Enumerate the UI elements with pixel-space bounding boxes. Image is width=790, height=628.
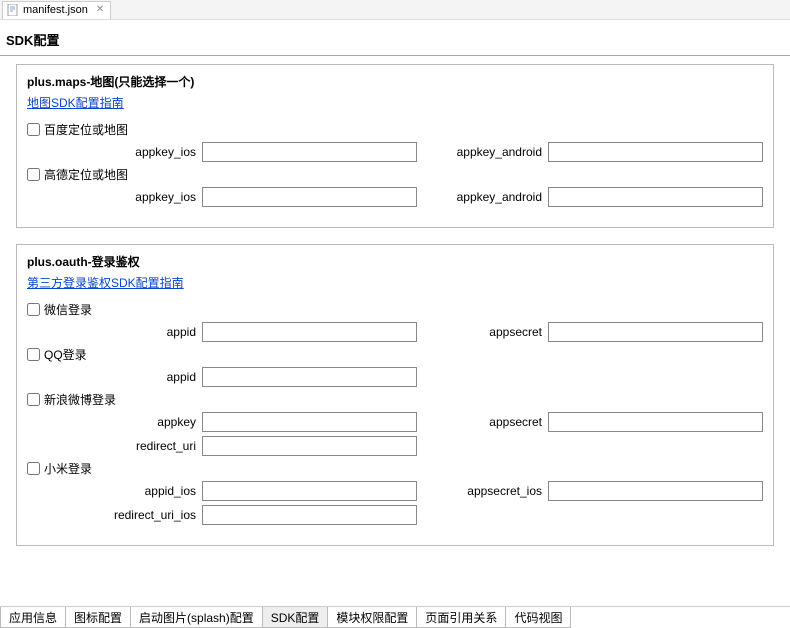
amap-appkey-android-input[interactable]: [548, 187, 763, 207]
checkbox-xiaomi[interactable]: [27, 462, 40, 475]
checkbox-weibo-row: 新浪微博登录: [27, 391, 763, 408]
panel-oauth-title: plus.oauth-登录鉴权: [27, 253, 763, 270]
json-file-icon: [7, 4, 19, 16]
wechat-appid-label: appid: [27, 325, 202, 339]
xiaomi-appsecret-ios-input[interactable]: [548, 481, 763, 501]
checkbox-xiaomi-row: 小米登录: [27, 460, 763, 477]
weibo-appsecret-label: appsecret: [448, 415, 548, 429]
amap-appkey-ios-label: appkey_ios: [27, 190, 202, 204]
bottom-tab-2[interactable]: 启动图片(splash)配置: [130, 607, 263, 628]
close-tab-icon[interactable]: ✕: [96, 4, 104, 15]
page-title: SDK配置: [0, 20, 790, 55]
weibo-appkey-input[interactable]: [202, 412, 417, 432]
wechat-appsecret-label: appsecret: [448, 325, 548, 339]
weibo-redirecturi-label: redirect_uri: [27, 439, 202, 453]
baidu-appkey-ios-input[interactable]: [202, 142, 417, 162]
checkbox-weibo-label: 新浪微博登录: [44, 391, 116, 408]
baidu-appkey-android-label: appkey_android: [448, 145, 548, 159]
qq-appid-input[interactable]: [202, 367, 417, 387]
amap-appkey-android-label: appkey_android: [448, 190, 548, 204]
bottom-tab-6[interactable]: 代码视图: [505, 607, 571, 628]
content-area: plus.maps-地图(只能选择一个) 地图SDK配置指南 百度定位或地图 a…: [0, 64, 790, 604]
oauth-guide-link[interactable]: 第三方登录鉴权SDK配置指南: [27, 274, 184, 291]
qq-appid-label: appid: [27, 370, 202, 384]
xiaomi-appid-ios-input[interactable]: [202, 481, 417, 501]
title-separator: [0, 55, 790, 56]
bottom-tab-3[interactable]: SDK配置: [262, 607, 329, 628]
panel-maps: plus.maps-地图(只能选择一个) 地图SDK配置指南 百度定位或地图 a…: [16, 64, 774, 228]
bottom-tabbar: 应用信息图标配置启动图片(splash)配置SDK配置模块权限配置页面引用关系代…: [0, 606, 790, 628]
editor-tab-label: manifest.json: [23, 4, 88, 16]
weibo-appsecret-input[interactable]: [548, 412, 763, 432]
bottom-tab-1[interactable]: 图标配置: [65, 607, 131, 628]
checkbox-weibo[interactable]: [27, 393, 40, 406]
bottom-tab-5[interactable]: 页面引用关系: [416, 607, 506, 628]
checkbox-amap[interactable]: [27, 168, 40, 181]
baidu-appkey-ios-label: appkey_ios: [27, 145, 202, 159]
panel-oauth: plus.oauth-登录鉴权 第三方登录鉴权SDK配置指南 微信登录 appi…: [16, 244, 774, 546]
xiaomi-appid-ios-label: appid_ios: [27, 484, 202, 498]
wechat-appsecret-input[interactable]: [548, 322, 763, 342]
editor-tabbar: manifest.json ✕: [0, 0, 790, 20]
bottom-tab-4[interactable]: 模块权限配置: [327, 607, 417, 628]
checkbox-amap-label: 高德定位或地图: [44, 166, 128, 183]
weibo-appkey-label: appkey: [27, 415, 202, 429]
xiaomi-appsecret-ios-label: appsecret_ios: [448, 484, 548, 498]
xiaomi-redirecturi-ios-label: redirect_uri_ios: [27, 508, 202, 522]
checkbox-wechat-label: 微信登录: [44, 301, 92, 318]
checkbox-amap-row: 高德定位或地图: [27, 166, 763, 183]
checkbox-xiaomi-label: 小米登录: [44, 460, 92, 477]
checkbox-baidu-row: 百度定位或地图: [27, 121, 763, 138]
checkbox-baidu[interactable]: [27, 123, 40, 136]
weibo-redirecturi-input[interactable]: [202, 436, 417, 456]
baidu-appkey-android-input[interactable]: [548, 142, 763, 162]
editor-tab-manifest[interactable]: manifest.json ✕: [2, 1, 111, 19]
checkbox-baidu-label: 百度定位或地图: [44, 121, 128, 138]
checkbox-qq-row: QQ登录: [27, 346, 763, 363]
wechat-appid-input[interactable]: [202, 322, 417, 342]
amap-appkey-ios-input[interactable]: [202, 187, 417, 207]
bottom-tab-0[interactable]: 应用信息: [0, 607, 66, 628]
xiaomi-redirecturi-ios-input[interactable]: [202, 505, 417, 525]
checkbox-wechat[interactable]: [27, 303, 40, 316]
panel-maps-title: plus.maps-地图(只能选择一个): [27, 73, 763, 90]
checkbox-qq[interactable]: [27, 348, 40, 361]
checkbox-qq-label: QQ登录: [44, 346, 87, 363]
checkbox-wechat-row: 微信登录: [27, 301, 763, 318]
maps-guide-link[interactable]: 地图SDK配置指南: [27, 94, 124, 111]
